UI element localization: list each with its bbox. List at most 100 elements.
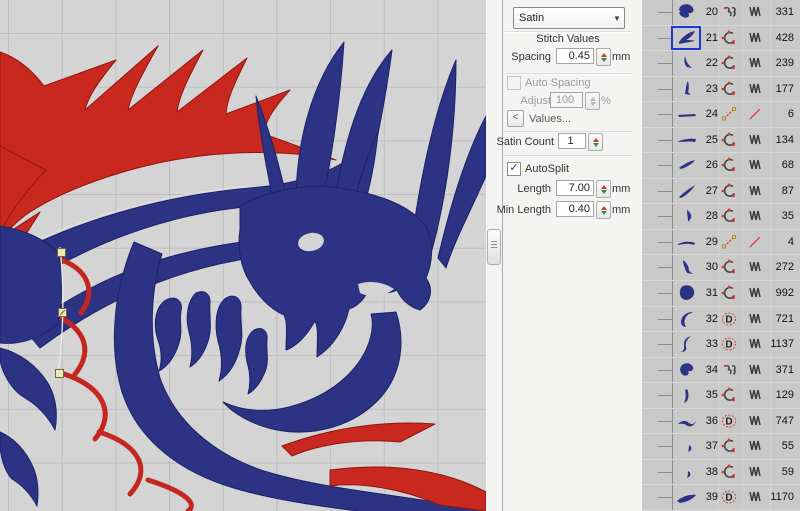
satin-count-input[interactable] <box>558 133 586 149</box>
stitch-count: 721 <box>752 313 794 325</box>
object-list-row[interactable]: 30272 <box>642 255 800 281</box>
object-thumbnail[interactable] <box>674 79 700 99</box>
object-list-row[interactable]: 22239 <box>642 51 800 77</box>
object-thumbnail[interactable] <box>674 130 700 150</box>
min-length-input[interactable] <box>556 201 594 217</box>
length-input[interactable] <box>556 180 594 196</box>
stitch-type-dropdown[interactable]: Satin ▼ <box>513 7 625 29</box>
values-label[interactable]: Values... <box>529 113 571 125</box>
stitch-count: 1137 <box>752 338 794 350</box>
adjust-stepper[interactable] <box>585 92 600 110</box>
object-thumbnail[interactable] <box>674 181 700 201</box>
object-thumbnail[interactable] <box>674 232 700 252</box>
length-stepper[interactable] <box>596 180 611 198</box>
column-icon <box>721 208 737 224</box>
object-list-row[interactable]: 21428 <box>642 26 800 52</box>
pane-splitter[interactable] <box>487 229 501 265</box>
min-length-stepper[interactable] <box>596 201 611 219</box>
design-canvas[interactable] <box>0 0 487 511</box>
values-collapse-button[interactable]: < <box>507 110 524 127</box>
object-thumbnail[interactable] <box>674 309 700 329</box>
object-thumbnail[interactable] <box>674 436 700 456</box>
spacing-input[interactable] <box>556 48 594 64</box>
object-list-row[interactable]: 3859 <box>642 460 800 486</box>
stitch-count: 87 <box>752 185 794 197</box>
tree-tick <box>658 267 672 268</box>
object-list-row[interactable]: 294 <box>642 230 800 256</box>
object-number: 35 <box>698 389 718 401</box>
object-thumbnail[interactable] <box>674 385 700 405</box>
object-thumbnail[interactable] <box>674 2 700 22</box>
stitch-count: 1170 <box>752 491 794 503</box>
object-list-row[interactable]: 27 87 <box>642 179 800 205</box>
fill-d-icon: D <box>721 311 737 327</box>
object-number: 21 <box>698 32 718 44</box>
object-list-row[interactable]: 3755 <box>642 434 800 460</box>
object-thumbnail[interactable] <box>674 104 700 124</box>
object-thumbnail[interactable] <box>674 411 700 431</box>
object-list-row[interactable]: 39D1170 <box>642 485 800 511</box>
object-list-row[interactable]: 34371 <box>642 358 800 384</box>
spacing-stepper[interactable] <box>596 48 611 66</box>
adjust-label: Adjust <box>491 95 551 107</box>
section-title: Stitch Values <box>504 33 632 45</box>
tree-tick <box>658 89 672 90</box>
object-list-row[interactable]: 36D747 <box>642 409 800 435</box>
object-list-row[interactable]: 35 129 <box>642 383 800 409</box>
column-icon <box>721 55 737 71</box>
object-number: 27 <box>698 185 718 197</box>
column-icon <box>721 30 737 46</box>
tree-tick <box>658 319 672 320</box>
tree-tick <box>658 446 672 447</box>
object-number: 25 <box>698 134 718 146</box>
object-list-row[interactable]: 33D 1137 <box>642 332 800 358</box>
object-list-row[interactable]: 23177 <box>642 77 800 103</box>
edit-node[interactable] <box>58 308 67 317</box>
auto-split-checkbox[interactable]: ✓ <box>507 162 521 176</box>
svg-text:D: D <box>725 314 732 325</box>
column-icon <box>721 157 737 173</box>
object-thumbnail[interactable] <box>674 257 700 277</box>
object-list-row[interactable]: 2668 <box>642 153 800 179</box>
tree-tick <box>658 370 672 371</box>
satin-count-stepper[interactable] <box>588 133 603 151</box>
satin-count-label: Satin Count <box>494 136 554 148</box>
column-icon <box>721 438 737 454</box>
length-unit: mm <box>612 183 630 195</box>
object-thumbnail[interactable] <box>674 206 700 226</box>
dragon-flames <box>155 292 267 394</box>
object-list-row[interactable]: 2835 <box>642 204 800 230</box>
stitch-count: 55 <box>752 440 794 452</box>
object-thumbnail[interactable] <box>674 28 700 48</box>
object-thumbnail[interactable] <box>674 487 700 507</box>
object-thumbnail[interactable] <box>674 155 700 175</box>
column-icon <box>721 285 737 301</box>
object-thumbnail[interactable] <box>674 360 700 380</box>
object-list-row[interactable]: 246 <box>642 102 800 128</box>
object-thumbnail[interactable] <box>674 462 700 482</box>
auto-spacing-label: Auto Spacing <box>525 77 590 89</box>
object-thumbnail[interactable] <box>674 334 700 354</box>
object-list-row[interactable]: 20331 <box>642 0 800 26</box>
edit-node[interactable] <box>55 369 64 378</box>
tree-tick <box>658 216 672 217</box>
column-icon <box>721 464 737 480</box>
auto-spacing-checkbox[interactable] <box>507 76 521 90</box>
object-list-row[interactable]: 31992 <box>642 281 800 307</box>
adjust-input[interactable] <box>550 92 583 108</box>
fill-d-icon: D <box>721 336 737 352</box>
fill-d-icon: D <box>721 413 737 429</box>
object-number: 23 <box>698 83 718 95</box>
edit-node[interactable] <box>57 248 66 257</box>
applique-icon <box>721 362 737 378</box>
object-list-row[interactable]: 32D721 <box>642 307 800 333</box>
auto-split-label: AutoSplit <box>525 163 569 175</box>
object-number: 36 <box>698 415 718 427</box>
dragon-head <box>239 186 432 357</box>
object-list-row[interactable]: 25134 <box>642 128 800 154</box>
object-number: 28 <box>698 210 718 222</box>
object-thumbnail[interactable] <box>674 283 700 303</box>
object-number: 33 <box>698 338 718 350</box>
stitch-count: 129 <box>752 389 794 401</box>
object-thumbnail[interactable] <box>674 53 700 73</box>
